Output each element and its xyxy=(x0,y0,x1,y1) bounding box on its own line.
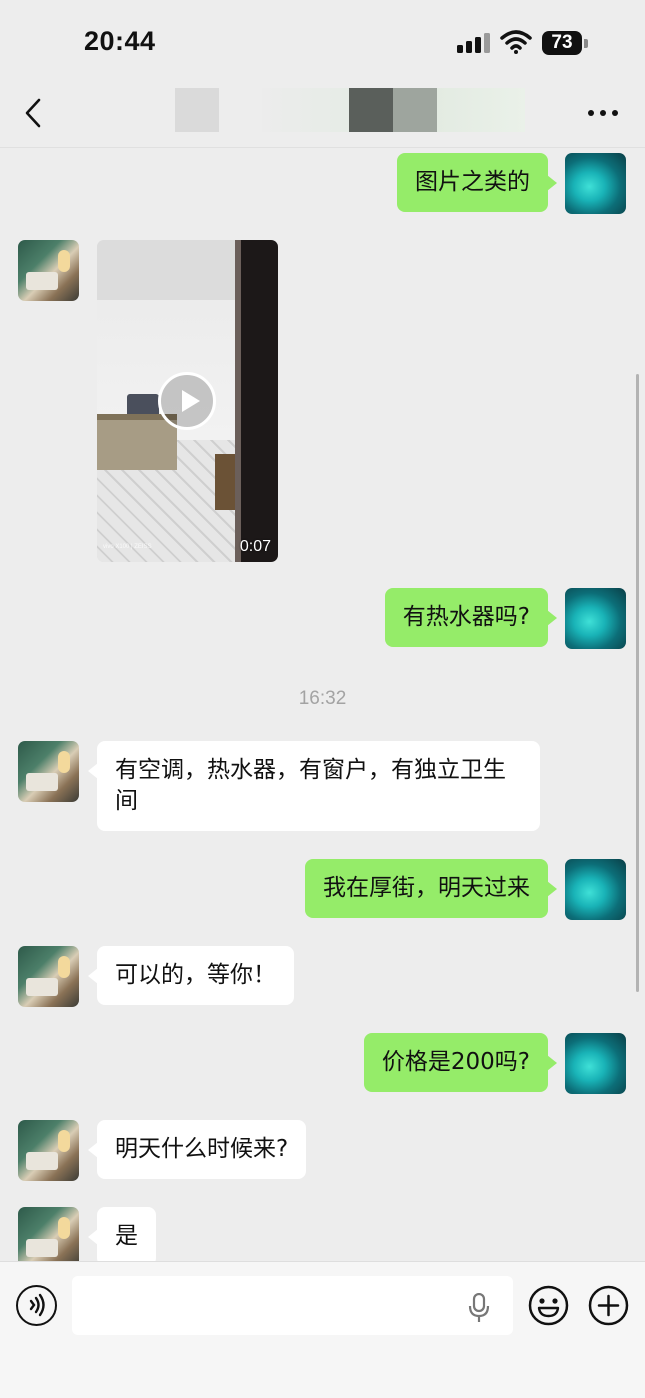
title-blur xyxy=(262,88,350,132)
back-icon[interactable] xyxy=(22,96,44,130)
my-avatar[interactable] xyxy=(565,1033,626,1094)
wifi-icon xyxy=(500,30,532,54)
my-avatar[interactable] xyxy=(565,859,626,920)
contact-avatar[interactable] xyxy=(18,1120,79,1181)
input-bar xyxy=(0,1261,645,1398)
voice-icon[interactable] xyxy=(16,1285,57,1326)
message-bubble-mine[interactable]: 图片之类的 xyxy=(397,153,557,212)
my-avatar[interactable] xyxy=(565,153,626,214)
play-icon[interactable] xyxy=(158,372,216,430)
message-list[interactable]: 图片之类的 vivo X100 | ZEISS 0:07 有热水器吗? 16:3… xyxy=(0,148,645,1261)
message-bubble-theirs[interactable]: 是 xyxy=(88,1207,156,1261)
video-watermark: vivo X100 | ZEISS xyxy=(103,544,152,550)
status-bar: 20:44 73 xyxy=(0,0,645,88)
message-bubble-theirs[interactable]: 有空调，热水器，有窗户，有独立卫生间 xyxy=(88,741,540,831)
battery-icon: 73 xyxy=(542,31,588,55)
title-blur xyxy=(349,88,393,132)
more-icon[interactable] xyxy=(588,110,618,118)
chat-header xyxy=(0,88,645,148)
message-bubble-theirs[interactable]: 明天什么时候来? xyxy=(87,1120,307,1179)
video-message[interactable]: vivo X100 | ZEISS 0:07 xyxy=(97,240,278,562)
contact-avatar[interactable] xyxy=(18,240,79,301)
message-input[interactable] xyxy=(72,1276,513,1335)
title-blur xyxy=(393,88,437,132)
message-bubble-mine[interactable]: 价格是200吗? xyxy=(363,1033,558,1092)
contact-avatar[interactable] xyxy=(18,1207,79,1261)
scrollbar[interactable] xyxy=(636,374,639,992)
plus-icon[interactable] xyxy=(588,1285,629,1326)
title-blur xyxy=(175,88,219,132)
battery-level: 73 xyxy=(542,31,582,55)
status-time: 20:44 xyxy=(84,26,156,56)
video-duration: 0:07 xyxy=(239,538,271,555)
message-bubble-theirs[interactable]: 可以的，等你！ xyxy=(88,946,294,1005)
title-blur xyxy=(437,88,525,132)
emoji-icon[interactable] xyxy=(528,1285,569,1326)
mic-icon[interactable] xyxy=(468,1293,490,1323)
my-avatar[interactable] xyxy=(565,588,626,649)
message-timestamp: 16:32 xyxy=(298,688,347,709)
cellular-signal-icon xyxy=(457,33,491,53)
contact-avatar[interactable] xyxy=(18,946,79,1007)
message-bubble-mine[interactable]: 有热水器吗? xyxy=(384,588,558,647)
contact-avatar[interactable] xyxy=(18,741,79,802)
message-bubble-mine[interactable]: 我在厚街，明天过来 xyxy=(305,859,557,918)
